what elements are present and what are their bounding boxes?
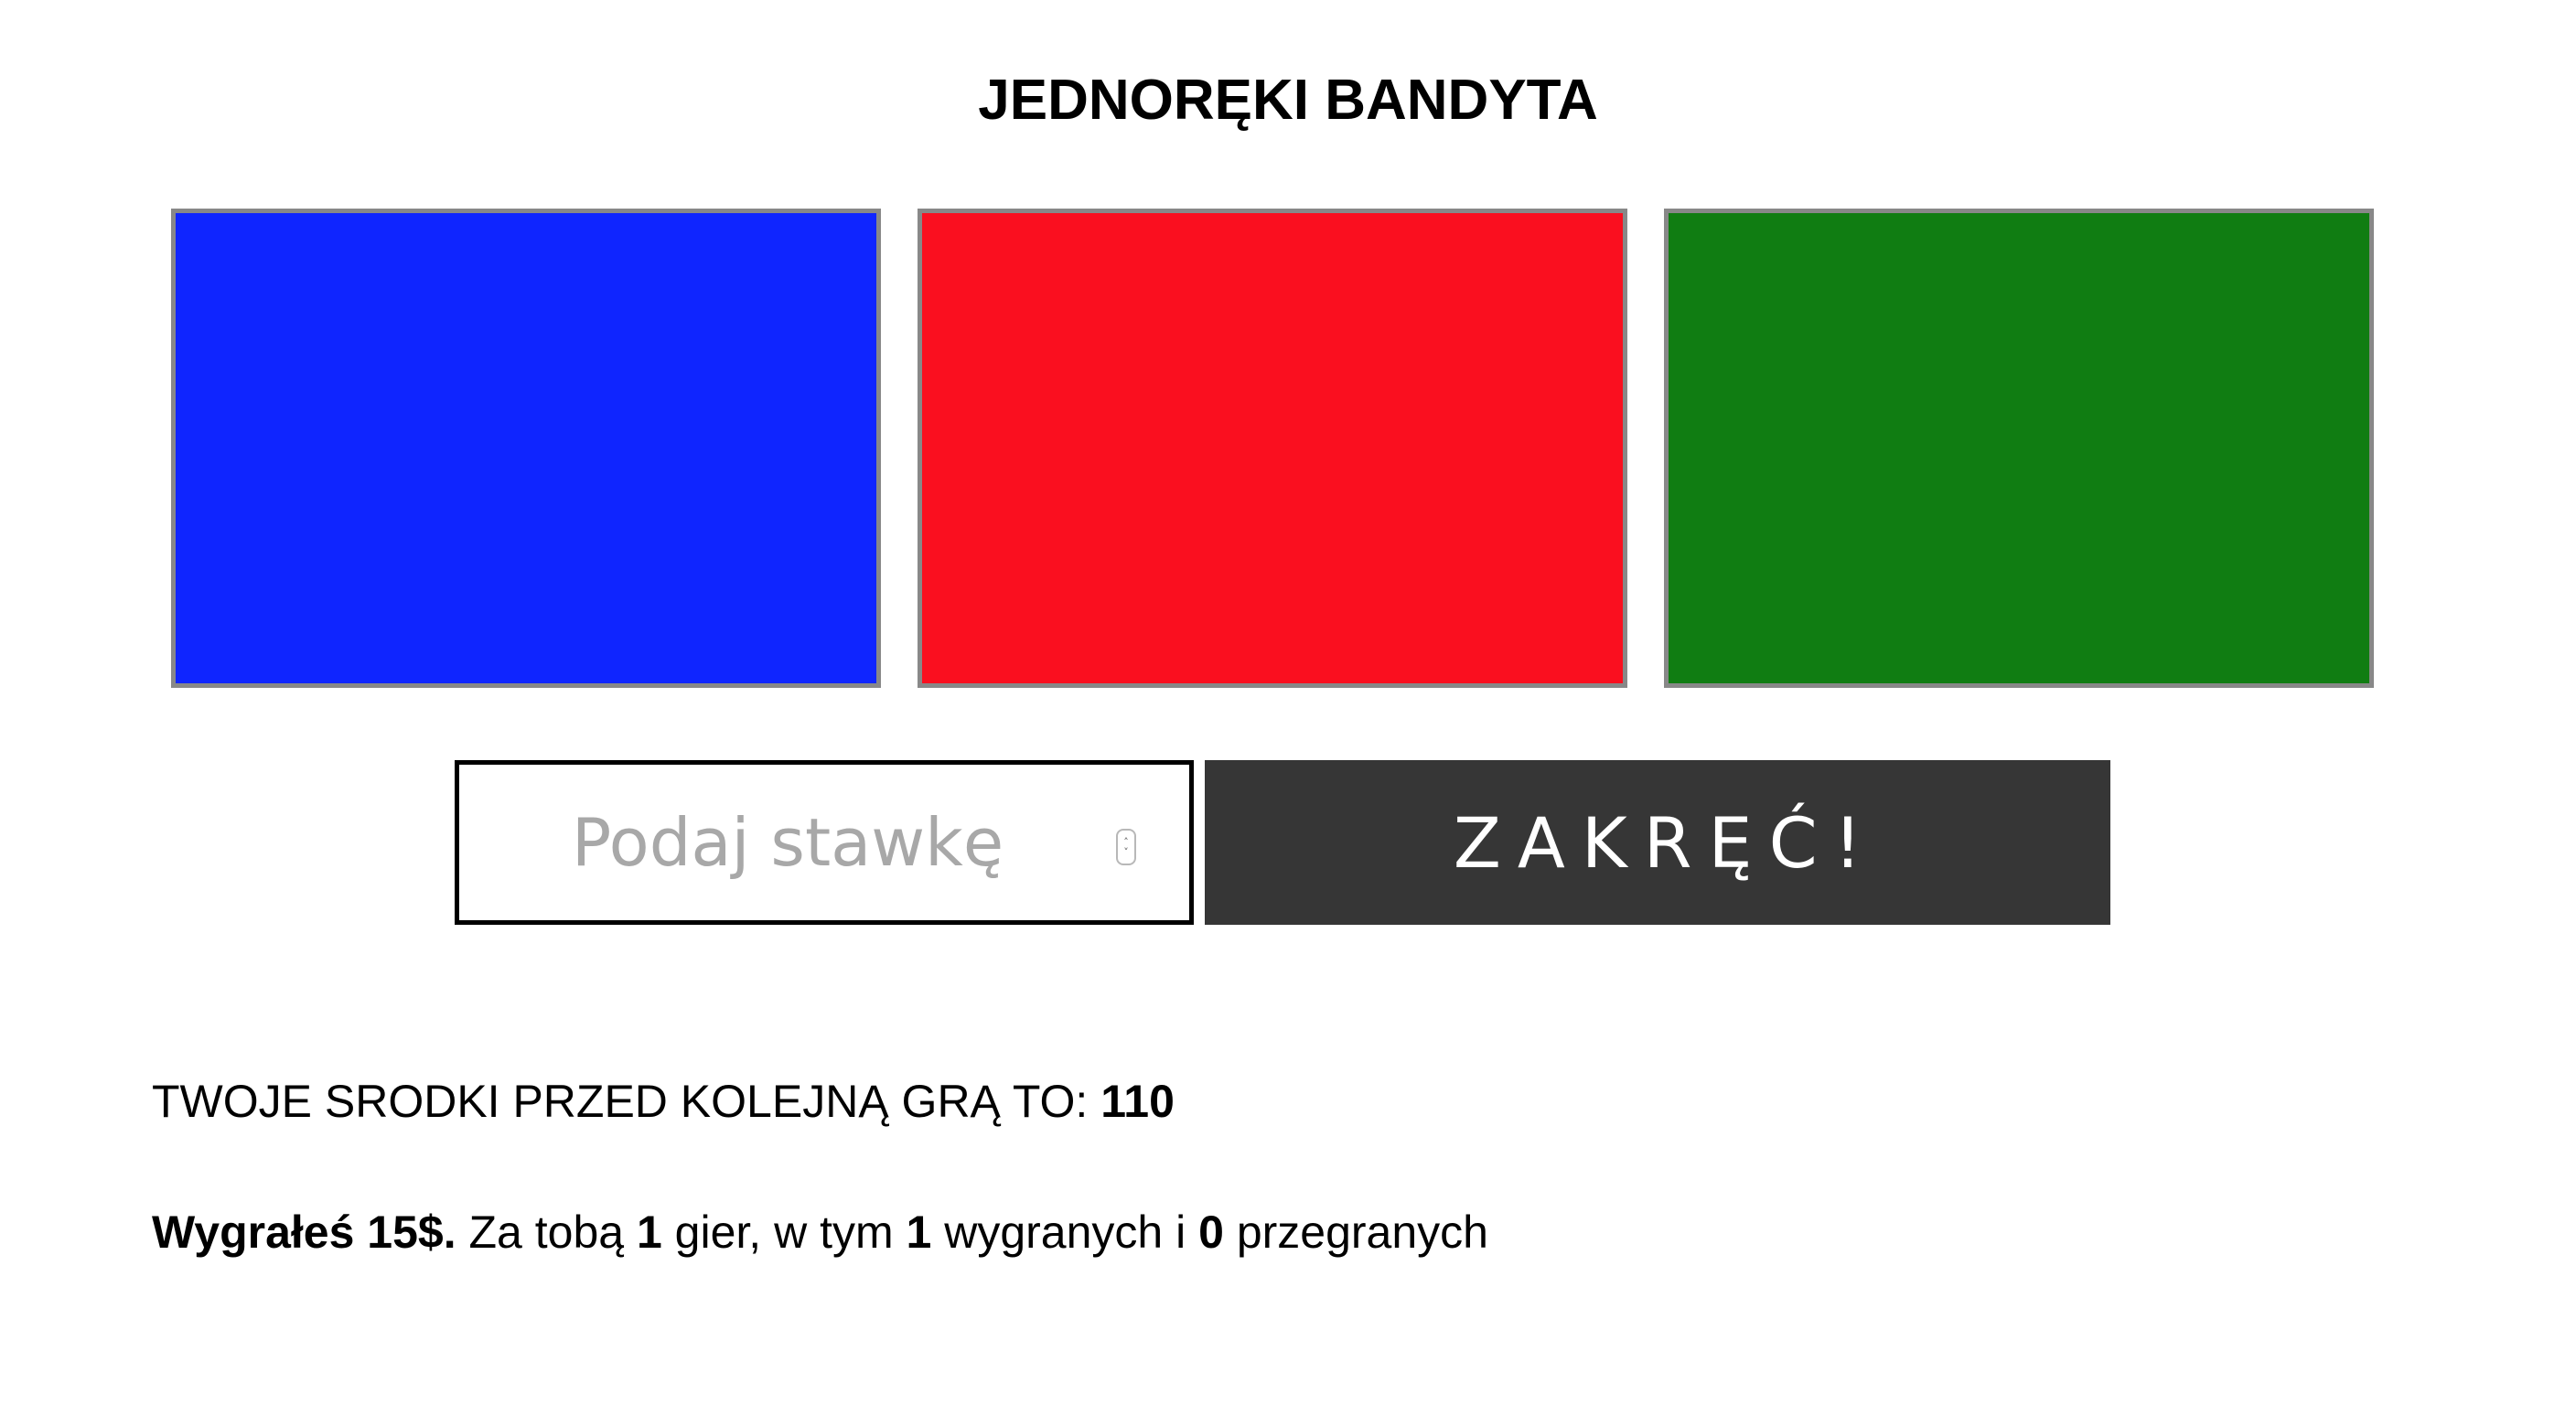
games-count: 1 [636, 1207, 662, 1258]
funds-value: 110 [1100, 1076, 1175, 1127]
funds-line: TWOJE SRODKI PRZED KOLEJNĄ GRĄ TO: 110 [152, 1072, 1175, 1131]
stake-input[interactable] [459, 765, 1189, 920]
stats-text-4: przegranych [1223, 1207, 1488, 1258]
controls-row: ˄ ˅ ZAKRĘĆ! [455, 760, 2110, 925]
reel-1 [171, 209, 881, 688]
stake-spinner[interactable]: ˄ ˅ [1116, 829, 1136, 865]
stake-field: ˄ ˅ [455, 760, 1194, 925]
reel-3 [1664, 209, 2374, 688]
page-title: JEDNORĘKI BANDYTA [978, 69, 1598, 132]
losses-count: 0 [1198, 1207, 1224, 1258]
stats-text-3: wygranych i [931, 1207, 1199, 1258]
result-text: Wygrałeś 15$. [152, 1207, 456, 1258]
reels-row [171, 209, 2374, 688]
spinner-down-icon[interactable]: ˅ [1123, 847, 1129, 857]
wins-count: 1 [906, 1207, 932, 1258]
spin-button[interactable]: ZAKRĘĆ! [1205, 760, 2110, 925]
stats-text-2: gier, w tym [661, 1207, 907, 1258]
stats-text-1: Za tobą [456, 1207, 637, 1258]
reel-2 [918, 209, 1627, 688]
stats-line: Wygrałeś 15$. Za tobą 1 gier, w tym 1 wy… [152, 1203, 1488, 1261]
funds-label: TWOJE SRODKI PRZED KOLEJNĄ GRĄ TO: [152, 1076, 1101, 1127]
